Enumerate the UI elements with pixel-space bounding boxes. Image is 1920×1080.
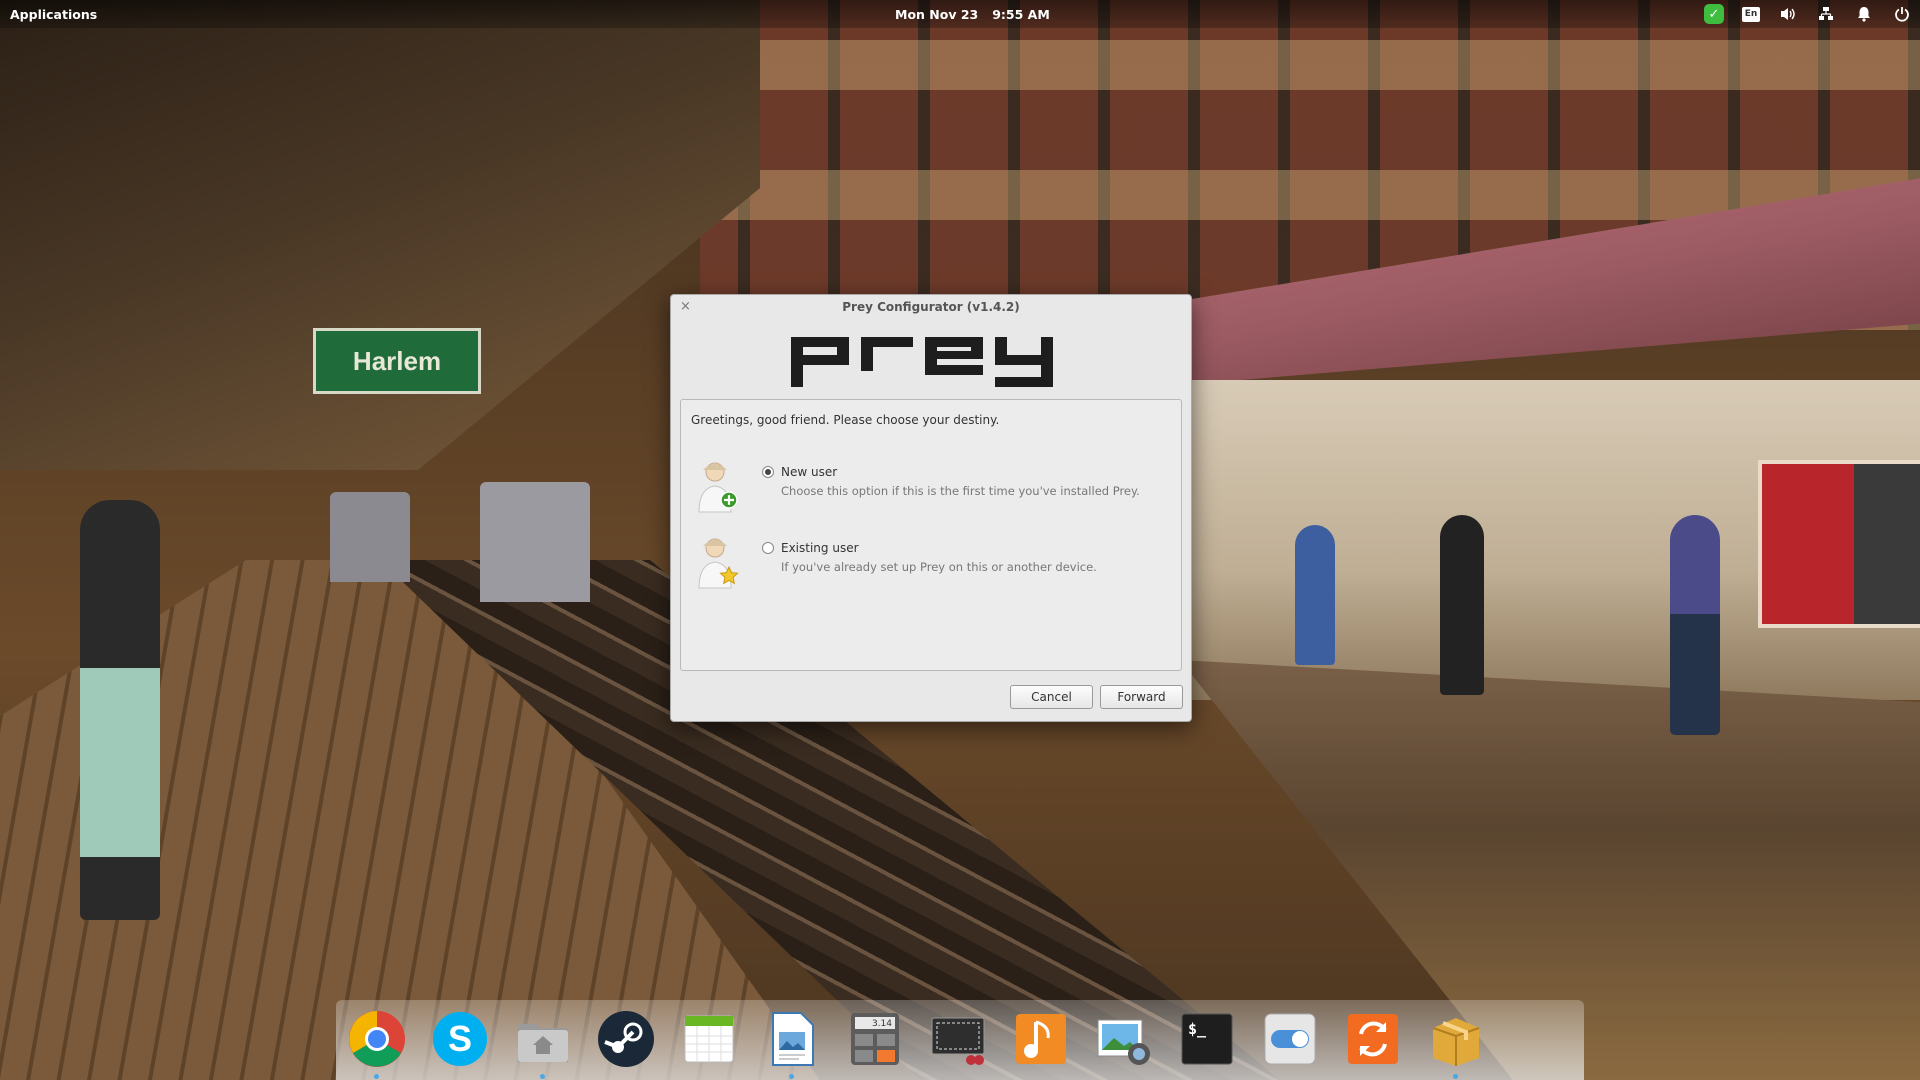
indicator-area: ✓ En	[1704, 4, 1912, 24]
check-icon[interactable]: ✓	[1704, 4, 1724, 24]
wallpaper-train	[330, 492, 410, 582]
wallpaper-person	[1670, 515, 1720, 735]
steam-icon[interactable]	[595, 1008, 657, 1070]
running-indicator	[374, 1074, 379, 1079]
chrome-icon[interactable]	[346, 1008, 408, 1079]
new-user-option[interactable]: New user Choose this option if this is t…	[691, 460, 1161, 516]
calculator-display: 3.14	[872, 1019, 892, 1029]
greeting-text: Greetings, good friend. Please choose yo…	[691, 413, 1000, 427]
files-icon[interactable]	[512, 1008, 574, 1079]
dock: S 3.14 $_	[336, 1000, 1584, 1080]
existing-user-option[interactable]: Existing user If you've already set up P…	[691, 536, 1161, 592]
top-panel: Applications Mon Nov 23 9:55 AM ✓ En	[0, 0, 1920, 28]
power-icon[interactable]	[1892, 4, 1912, 24]
existing-user-label[interactable]: Existing user	[781, 541, 859, 555]
wallpaper-train	[480, 482, 590, 602]
software-update-icon[interactable]	[1342, 1008, 1404, 1070]
volume-icon[interactable]	[1778, 4, 1798, 24]
date-label: Mon Nov 23	[895, 7, 979, 22]
forward-button[interactable]: Forward	[1100, 685, 1183, 709]
options-panel: Greetings, good friend. Please choose yo…	[680, 399, 1182, 671]
wallpaper-canopy	[0, 0, 760, 470]
existing-user-radio[interactable]	[762, 542, 774, 554]
running-indicator	[789, 1074, 794, 1079]
applications-menu[interactable]: Applications	[10, 7, 97, 22]
running-indicator	[540, 1074, 545, 1079]
new-user-icon	[698, 462, 738, 513]
wallpaper-person	[1440, 515, 1484, 695]
new-user-radio[interactable]	[762, 466, 774, 478]
prey-configurator-dialog: × Prey Configurator (v1.4.2) Greetings, …	[670, 294, 1192, 722]
keyboard-layout-icon[interactable]: En	[1742, 6, 1760, 22]
terminal-icon[interactable]: $_	[1176, 1008, 1238, 1070]
music-icon[interactable]	[1010, 1008, 1072, 1070]
new-user-label[interactable]: New user	[781, 465, 837, 479]
dialog-title: Prey Configurator (v1.4.2)	[842, 300, 1020, 314]
terminal-prompt: $_	[1188, 1020, 1207, 1038]
calculator-icon[interactable]: 3.14	[844, 1008, 906, 1070]
existing-user-description: If you've already set up Prey on this or…	[781, 560, 1097, 574]
package-installer-icon[interactable]	[1425, 1008, 1487, 1079]
notifications-icon[interactable]	[1854, 4, 1874, 24]
svg-text:S: S	[448, 1018, 472, 1059]
skype-icon[interactable]: S	[429, 1008, 491, 1070]
wallpaper-person	[1295, 525, 1335, 665]
dialog-titlebar[interactable]: × Prey Configurator (v1.4.2)	[671, 295, 1191, 321]
running-indicator	[1453, 1074, 1458, 1079]
new-user-description: Choose this option if this is the first …	[781, 484, 1140, 498]
clock[interactable]: Mon Nov 23 9:55 AM	[895, 7, 1064, 22]
wallpaper-person	[80, 500, 160, 920]
wallpaper-poster	[1758, 460, 1920, 628]
screenshot-icon[interactable]	[927, 1008, 989, 1070]
settings-switch-icon[interactable]	[1259, 1008, 1321, 1070]
cancel-button[interactable]: Cancel	[1010, 685, 1093, 709]
network-icon[interactable]	[1816, 4, 1836, 24]
existing-user-icon	[698, 538, 739, 589]
photos-icon[interactable]	[1093, 1008, 1155, 1070]
document-viewer-icon[interactable]	[761, 1008, 823, 1079]
calendar-icon[interactable]	[678, 1008, 740, 1070]
time-label: 9:55 AM	[992, 7, 1050, 22]
prey-logo	[791, 337, 1053, 387]
wallpaper-station-sign: Harlem	[313, 328, 481, 394]
